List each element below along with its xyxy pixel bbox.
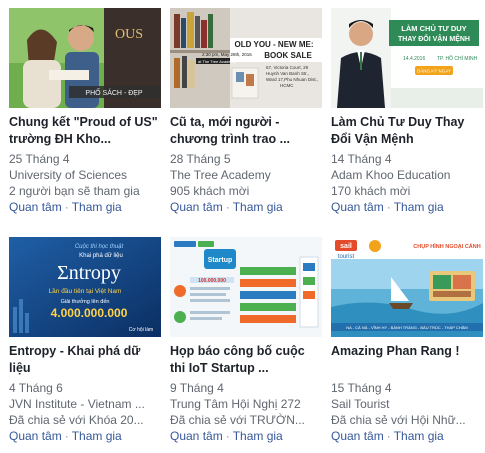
event-host[interactable]: The Tree Academy xyxy=(170,168,322,182)
event-stat: 170 khách mời xyxy=(331,184,411,198)
event-date: 25 Tháng 4 xyxy=(9,152,70,166)
going-button[interactable]: Tham gia xyxy=(72,200,122,214)
event-title[interactable]: Cũ ta, mới người - chương trình trao ... xyxy=(170,114,322,147)
thumb-tagline: Cuộc thi học thuật xyxy=(75,244,124,250)
event-host[interactable]: Trung Tâm Hội Nghị 272 xyxy=(170,397,322,411)
event-actions: Quan tâm · Tham gia xyxy=(170,200,283,214)
events-grid: OUS PHỐ SÁCH - ĐẸP Chung kết "Proud of U… xyxy=(0,0,485,453)
thumb-headline: OLD YOU - NEW ME: xyxy=(235,40,314,49)
thumb-headline-2: THAY ĐỔI VẬN MỆNH xyxy=(398,34,470,43)
event-stat: Đã chia sẻ với TRƯỜN... xyxy=(170,413,305,427)
thumb-logo-text: Startup xyxy=(208,257,233,264)
thumb-venue: at The Tree Academy xyxy=(198,59,236,64)
event-actions: Quan tâm · Tham gia xyxy=(9,429,122,443)
going-button[interactable]: Tham gia xyxy=(394,200,444,214)
event-actions: Quan tâm · Tham gia xyxy=(170,429,283,443)
separator-dot: · xyxy=(64,429,69,443)
event-host[interactable]: JVN Institute - Vietnam ... xyxy=(9,397,161,411)
event-date: 15 Tháng 4 xyxy=(331,381,392,395)
going-button[interactable]: Tham gia xyxy=(233,200,283,214)
going-button[interactable]: Tham gia xyxy=(233,429,283,443)
interested-button[interactable]: Quan tâm xyxy=(170,200,223,214)
separator-dot: · xyxy=(225,429,230,443)
event-host[interactable]: Sail Tourist xyxy=(331,397,483,411)
separator-dot: · xyxy=(386,429,391,443)
event-stat: Đã chia sẻ với Hội Nhữ... xyxy=(331,413,466,427)
event-thumbnail[interactable]: OUS PHỐ SÁCH - ĐẸP xyxy=(9,8,161,108)
event-date: 28 Tháng 5 xyxy=(170,152,231,166)
event-title[interactable]: Chung kết "Proud of US" trường ĐH Kho... xyxy=(9,114,161,147)
event-stat: 905 khách mời xyxy=(170,184,250,198)
thumb-address-2: Huynh Van Banh Str., xyxy=(266,71,309,76)
thumb-tagline-2: Khai phá dữ liệu xyxy=(79,253,123,259)
event-actions: Quan tâm · Tham gia xyxy=(331,200,444,214)
thumb-address-1: 67, Victoria Court, 29 xyxy=(266,65,309,70)
event-thumbnail[interactable]: OLD YOU - NEW ME: BOOK SALE 2:30 pm, May… xyxy=(170,8,322,108)
event-stat: Đã chia sẻ với Khóa 20... xyxy=(9,413,144,427)
event-thumbnail[interactable]: sail tourist CHỤP HÌNH NGOẠI CẢNH NA - C… xyxy=(331,237,483,337)
going-button[interactable]: Tham gia xyxy=(394,429,444,443)
event-host[interactable]: University of Sciences xyxy=(9,168,161,182)
interested-button[interactable]: Quan tâm xyxy=(170,429,223,443)
event-host[interactable]: Adam Khoo Education xyxy=(331,168,483,182)
event-title[interactable]: Làm Chủ Tư Duy Thay Đổi Vận Mệnh xyxy=(331,114,483,147)
event-thumbnail[interactable]: LÀM CHỦ TƯ DUY THAY ĐỔI VẬN MỆNH 14.4.20… xyxy=(331,8,483,108)
interested-button[interactable]: Quan tâm xyxy=(331,429,384,443)
thumb-opportunity: Cơ hội làm xyxy=(129,327,153,333)
event-thumbnail[interactable]: Startup 100.000.000 xyxy=(170,237,322,337)
event-actions: Quan tâm · Tham gia xyxy=(9,200,122,214)
separator-dot: · xyxy=(225,200,230,214)
thumb-logo-sub: tourist xyxy=(338,254,355,260)
interested-button[interactable]: Quan tâm xyxy=(331,200,384,214)
thumb-first-time: Lần đầu tiên tại Việt Nam xyxy=(49,286,122,295)
thumb-headline: CHỤP HÌNH NGOẠI CẢNH xyxy=(413,242,480,250)
thumb-date: 14.4.2016 xyxy=(403,56,425,62)
event-date: 14 Tháng 4 xyxy=(331,152,392,166)
separator-dot: · xyxy=(64,200,69,214)
thumb-logo-text: Σntropy xyxy=(57,262,121,284)
thumb-address-3: Ward 17,Phu Nhuan Dist., xyxy=(266,77,318,82)
event-actions: Quan tâm · Tham gia xyxy=(331,429,444,443)
thumb-cta: ĐĂNG KÝ NGAY xyxy=(417,68,451,74)
event-title[interactable]: Amazing Phan Rang ! xyxy=(331,343,483,360)
event-title[interactable]: Entropy - Khai phá dữ liệu xyxy=(9,343,161,376)
thumb-prize: 100.000.000 xyxy=(198,278,226,284)
event-date: 4 Tháng 6 xyxy=(9,381,63,395)
thumb-prize-label: Giải thưởng lên đến xyxy=(61,298,110,305)
thumb-caption: NA - CÀ NÁ - VĨNH HY - BÁNH TRÁNG - BÀU … xyxy=(346,325,467,330)
thumb-headline-2: BOOK SALE xyxy=(264,51,312,60)
thumb-logo-text: OUS xyxy=(115,27,143,42)
event-thumbnail[interactable]: Cuộc thi học thuật Khai phá dữ liệu Σntr… xyxy=(9,237,161,337)
thumb-time: 2:30 pm, May 28th, 2016 xyxy=(202,52,252,57)
interested-button[interactable]: Quan tâm xyxy=(9,200,62,214)
thumb-headline: LÀM CHỦ TƯ DUY xyxy=(401,24,466,33)
thumb-logo-text: sail xyxy=(340,243,352,250)
separator-dot: · xyxy=(386,200,391,214)
thumb-address-4: HCMC xyxy=(280,83,294,88)
event-date: 9 Tháng 4 xyxy=(170,381,224,395)
going-button[interactable]: Tham gia xyxy=(72,429,122,443)
event-stat: 2 người bạn sẽ tham gia xyxy=(9,184,140,198)
event-title[interactable]: Họp báo công bố cuộc thi IoT Startup ... xyxy=(170,343,322,376)
thumb-prize-amount: 4.000.000.000 xyxy=(51,306,128,320)
interested-button[interactable]: Quan tâm xyxy=(9,429,62,443)
thumb-city: TP. HỒ CHÍ MINH xyxy=(437,55,478,62)
